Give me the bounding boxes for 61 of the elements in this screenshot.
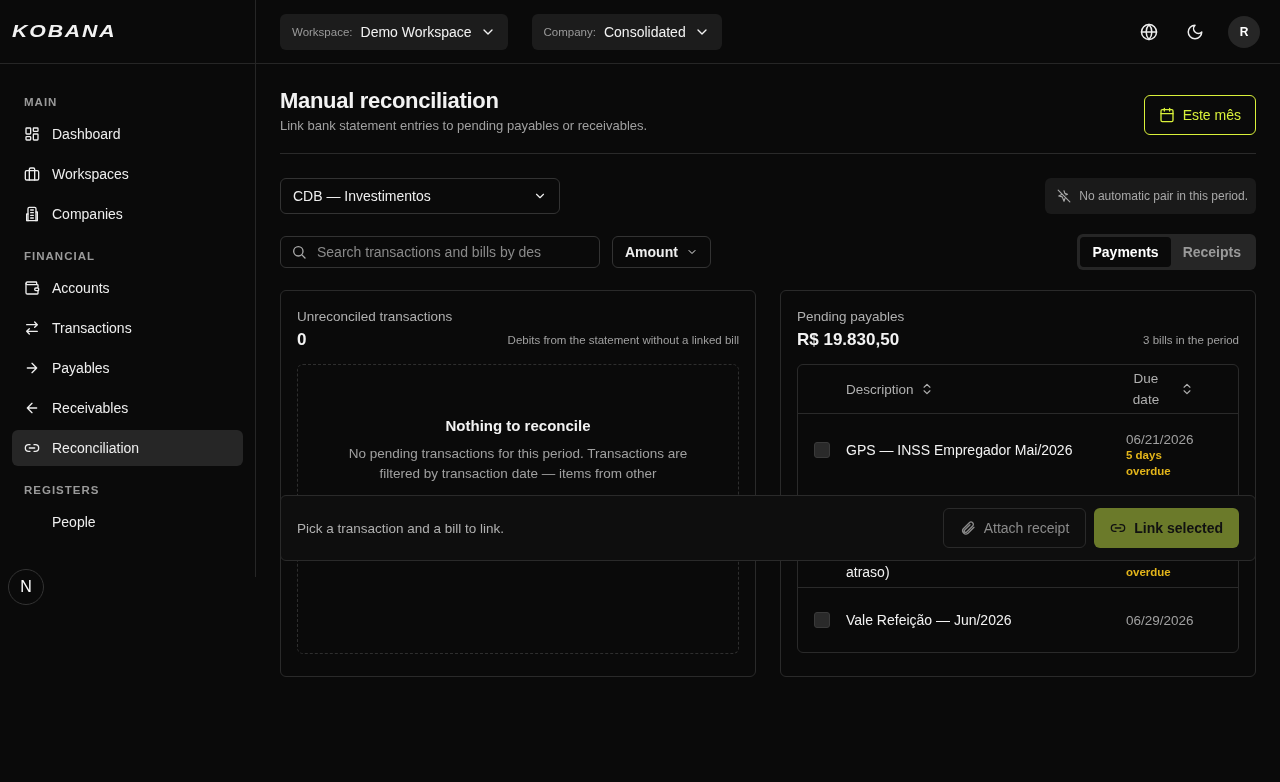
panel-note: 3 bills in the period <box>1143 334 1239 346</box>
due-date: 06/29/2026 <box>1126 612 1195 628</box>
sidebar-item[interactable]: Companies <box>12 196 243 232</box>
panel-title: Pending payables <box>797 309 906 324</box>
link-selected-button[interactable]: Link selected <box>1094 508 1239 548</box>
calendar-icon <box>1158 107 1175 123</box>
briefcase-icon <box>24 166 40 182</box>
payables-total: R$ 19.830,50 <box>797 330 900 350</box>
tab[interactable]: Payments <box>1080 237 1171 267</box>
sidebar-item[interactable]: People <box>12 504 243 540</box>
column-header[interactable]: Description <box>846 381 1126 397</box>
empty-state-text: No pending transactions for this period. Transactions are filtered by transaction date — items from other <box>347 445 689 483</box>
arrow-left-icon <box>24 400 40 416</box>
overdue-label: 5 days overdue <box>1126 448 1172 479</box>
page-subtitle: Link bank statement entries to pending payables or receivables. <box>280 118 648 133</box>
sidebar-item[interactable]: Payables <box>12 350 243 386</box>
sidebar-item[interactable]: Receivables <box>12 390 243 426</box>
account-select[interactable]: CDB — Investimentos <box>280 178 560 214</box>
kobana-logo: KOBANA <box>12 21 117 42</box>
dev-tools-badge[interactable]: N <box>8 569 44 605</box>
selector-dropdown[interactable]: Company: Consolidated <box>531 13 722 50</box>
table-cell-text: Vale Refeição — Jun/2026 <box>846 612 1013 628</box>
building-icon <box>24 206 40 222</box>
row-checkbox[interactable] <box>814 612 830 628</box>
row-checkbox[interactable] <box>814 442 830 458</box>
amount-filter[interactable]: Amount <box>612 236 711 268</box>
auto-pair-notice: No automatic pair in this period. <box>1045 178 1256 214</box>
search-icon <box>291 244 307 260</box>
table-cell-text: GPS — INSS Empregador Mai/2026 <box>846 442 1074 458</box>
panel-note: Debits from the statement without a linked bill <box>507 334 739 346</box>
user-avatar[interactable]: R <box>1228 15 1260 48</box>
section-heading: REGISTERS <box>23 484 101 496</box>
wallet-icon <box>24 280 40 296</box>
section-heading: FINANCIAL <box>23 250 96 262</box>
action-hint: Pick a transaction and a bill to link. <box>297 520 505 536</box>
sidebar-item[interactable]: Accounts <box>12 270 243 306</box>
globe-icon <box>1140 22 1158 41</box>
sparkles-off-icon <box>1057 189 1072 203</box>
attach-receipt-button[interactable]: Attach receipt <box>942 508 1087 548</box>
sidebar-item[interactable]: Reconciliation <box>12 430 243 466</box>
paperclip-icon <box>959 520 976 536</box>
section-heading: MAIN <box>23 96 59 108</box>
period-button[interactable]: Este mês <box>1143 95 1256 135</box>
overdue-label: overdue <box>1126 565 1172 580</box>
selector-dropdown[interactable]: Workspace: Demo Workspace <box>280 13 508 50</box>
sidebar-item[interactable]: Workspaces <box>12 156 243 192</box>
swap-arrows-icon <box>24 320 40 336</box>
sidebar-item[interactable]: Dashboard <box>12 116 243 152</box>
transaction-count: 0 <box>297 330 307 350</box>
panel-title: Unreconciled transactions <box>297 309 454 324</box>
column-header[interactable]: Due date <box>1126 368 1238 410</box>
due-date: 06/21/2026 <box>1126 432 1195 447</box>
empty-state-title: Nothing to reconcile <box>445 417 591 434</box>
sidebar-item[interactable]: Transactions <box>12 310 243 346</box>
table-cell-text: atraso) <box>846 564 891 580</box>
search-field[interactable]: Search transactions and bills by des <box>280 236 600 268</box>
moon-icon <box>1186 22 1204 41</box>
arrow-right-icon <box>24 360 40 376</box>
tab[interactable]: Receipts <box>1170 237 1253 267</box>
dashboard-grid-icon <box>24 126 40 142</box>
page-title: Manual reconciliation <box>280 88 500 114</box>
